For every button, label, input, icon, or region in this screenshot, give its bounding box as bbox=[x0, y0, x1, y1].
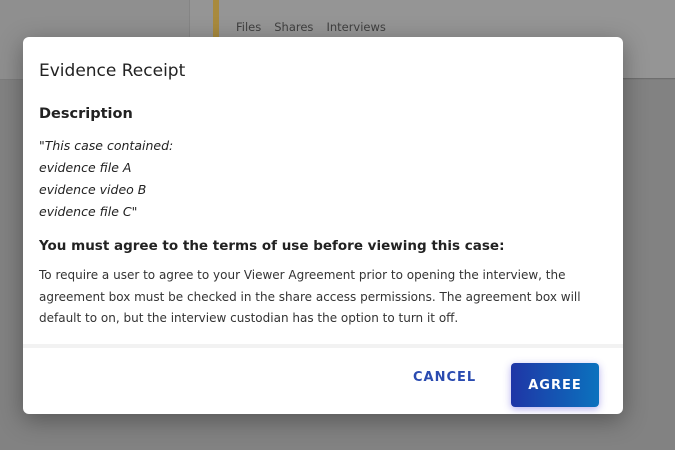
terms-text: To require a user to agree to your Viewe… bbox=[39, 268, 581, 325]
accent-bar bbox=[213, 0, 219, 38]
description-heading: Description bbox=[39, 106, 133, 122]
description-text: "This case contained: evidence file A ev… bbox=[39, 135, 173, 223]
description-line: evidence file A bbox=[39, 160, 132, 175]
dialog-title: Evidence Receipt bbox=[39, 61, 186, 81]
evidence-receipt-dialog: Evidence Receipt Description "This case … bbox=[23, 37, 623, 414]
terms-heading: You must agree to the terms of use befor… bbox=[39, 238, 505, 254]
agree-button[interactable]: AGREE bbox=[511, 363, 599, 407]
tab-files[interactable]: Files bbox=[236, 20, 261, 34]
description-line: evidence file C" bbox=[39, 204, 138, 219]
background-tabs: Files Shares Interviews bbox=[236, 20, 386, 34]
tab-shares[interactable]: Shares bbox=[274, 20, 313, 34]
description-line: evidence video B bbox=[39, 182, 147, 197]
dialog-footer: CANCEL AGREE bbox=[23, 344, 623, 414]
description-line: "This case contained: bbox=[39, 138, 174, 153]
cancel-button[interactable]: CANCEL bbox=[413, 370, 476, 385]
tab-interviews[interactable]: Interviews bbox=[326, 20, 385, 34]
